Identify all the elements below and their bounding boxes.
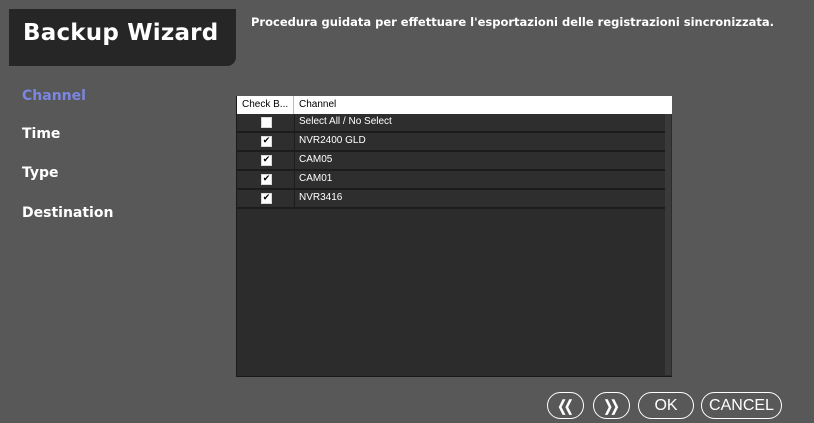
sidebar-item-type[interactable]: Type <box>22 165 59 181</box>
column-header-check[interactable]: Check B... <box>237 96 294 114</box>
row-label: Select All / No Select <box>299 116 392 127</box>
column-divider <box>294 171 295 188</box>
row-checkbox[interactable]: ✔ <box>261 193 272 204</box>
row-checkbox[interactable]: ✔ <box>261 155 272 166</box>
column-divider <box>294 133 295 150</box>
wizard-description: Procedura guidata per effettuare l'espor… <box>251 15 775 29</box>
row-label: NVR3416 <box>299 192 343 203</box>
ok-button[interactable]: OK <box>638 392 694 419</box>
grid-row[interactable]: ✔ CAM01 <box>237 171 665 190</box>
grid-rows: Select All / No Select ✔ NVR2400 GLD ✔ C… <box>237 114 665 209</box>
column-divider <box>294 152 295 169</box>
column-divider <box>294 114 295 131</box>
double-chevron-left-icon: ❬❬ <box>555 397 575 415</box>
row-checkbox[interactable]: ✔ <box>261 136 272 147</box>
channel-grid: Check B... Channel Select All / No Selec… <box>236 96 672 377</box>
row-checkbox[interactable]: ✔ <box>261 174 272 185</box>
page-title: Backup Wizard <box>23 20 219 46</box>
row-label: CAM05 <box>299 154 333 165</box>
title-box: Backup Wizard <box>9 9 236 66</box>
sidebar-item-destination[interactable]: Destination <box>22 205 113 221</box>
double-chevron-right-icon: ❭❭ <box>601 397 621 415</box>
grid-scrollbar[interactable] <box>665 114 671 375</box>
column-divider <box>294 190 295 207</box>
grid-row[interactable]: ✔ NVR2400 GLD <box>237 133 665 152</box>
row-label: NVR2400 GLD <box>299 135 366 146</box>
select-all-checkbox[interactable] <box>261 117 272 128</box>
row-label: CAM01 <box>299 173 333 184</box>
cancel-button[interactable]: CANCEL <box>701 392 782 419</box>
grid-row-select-all[interactable]: Select All / No Select <box>237 114 665 133</box>
next-button[interactable]: ❭❭ <box>593 392 630 419</box>
sidebar-item-time[interactable]: Time <box>22 126 60 142</box>
previous-button[interactable]: ❬❬ <box>547 392 584 419</box>
grid-header: Check B... Channel <box>237 96 672 114</box>
column-header-channel[interactable]: Channel <box>294 96 336 114</box>
grid-row[interactable]: ✔ CAM05 <box>237 152 665 171</box>
sidebar-item-channel[interactable]: Channel <box>22 88 86 104</box>
grid-row[interactable]: ✔ NVR3416 <box>237 190 665 209</box>
